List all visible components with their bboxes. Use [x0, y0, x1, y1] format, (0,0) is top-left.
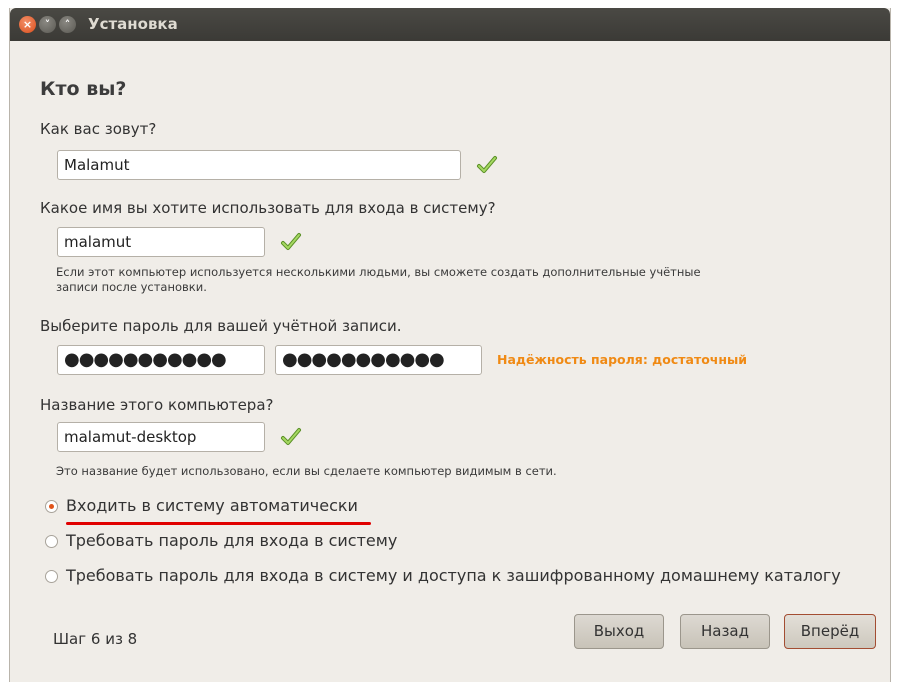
- checkmark-icon: [477, 156, 497, 173]
- page-heading: Кто вы?: [40, 78, 127, 100]
- minimize-icon[interactable]: ˅: [39, 16, 56, 33]
- quit-button[interactable]: Выход: [574, 614, 664, 649]
- checkmark-icon: [281, 233, 301, 250]
- hostname-input[interactable]: malamut-desktop: [57, 422, 265, 452]
- radio-require-password[interactable]: [45, 535, 58, 548]
- installer-window: × ˅ ˄ Установка Кто вы? Как вас зовут? M…: [9, 8, 891, 682]
- login-label: Какое имя вы хотите использовать для вхо…: [40, 199, 496, 217]
- title-bar: × ˅ ˄ Установка: [10, 8, 890, 41]
- login-hint-line1: Если этот компьютер используется несколь…: [56, 265, 701, 279]
- name-label: Как вас зовут?: [40, 120, 157, 138]
- auto-login-label[interactable]: Входить в систему автоматически: [66, 496, 358, 515]
- checkmark-icon: [281, 428, 301, 445]
- annotation-underline: [66, 522, 371, 525]
- password-input[interactable]: ●●●●●●●●●●●: [57, 345, 265, 375]
- maximize-icon[interactable]: ˄: [59, 16, 76, 33]
- require-password-label[interactable]: Требовать пароль для входа в систему: [66, 531, 397, 550]
- password-confirm-input[interactable]: ●●●●●●●●●●●: [275, 345, 482, 375]
- full-name-input[interactable]: Malamut: [57, 150, 461, 180]
- close-icon[interactable]: ×: [19, 16, 36, 33]
- radio-auto-login[interactable]: [45, 500, 58, 513]
- step-indicator: Шаг 6 из 8: [53, 630, 138, 648]
- hostname-label: Название этого компьютера?: [40, 396, 274, 414]
- login-hint: Если этот компьютер используется несколь…: [56, 265, 701, 295]
- login-hint-line2: записи после установки.: [56, 280, 207, 294]
- radio-require-password-encrypt[interactable]: [45, 570, 58, 583]
- back-button[interactable]: Назад: [680, 614, 770, 649]
- window-title: Установка: [88, 15, 178, 33]
- password-label: Выберите пароль для вашей учётной записи…: [40, 317, 402, 335]
- forward-button[interactable]: Вперёд: [784, 614, 876, 649]
- password-strength: Надёжность пароля: достаточный: [497, 352, 748, 367]
- require-password-encrypt-label[interactable]: Требовать пароль для входа в систему и д…: [66, 566, 841, 585]
- hostname-hint: Это название будет использовано, если вы…: [56, 464, 557, 478]
- username-input[interactable]: malamut: [57, 227, 265, 257]
